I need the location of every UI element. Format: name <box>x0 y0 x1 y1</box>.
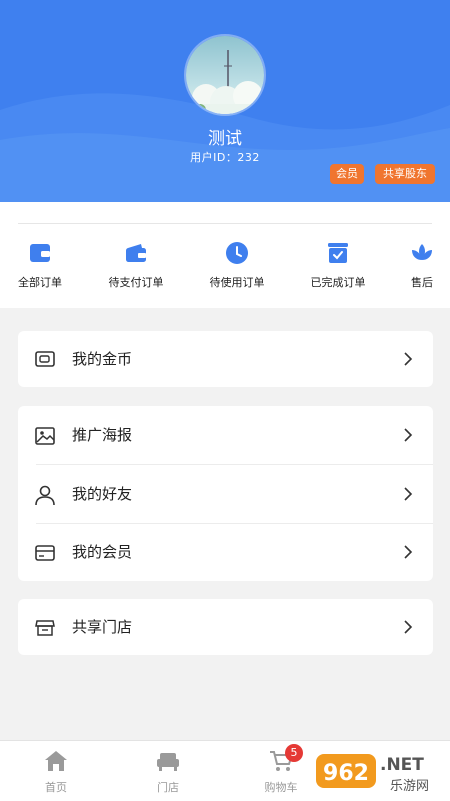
order-unpaid-button[interactable]: 待支付订单 <box>104 240 168 290</box>
order-aftersale-label: 售后 <box>411 276 433 289</box>
order-aftersale-button[interactable]: 售后 <box>404 240 440 290</box>
card-icon <box>35 545 55 561</box>
watermark-number: 962 <box>323 761 369 786</box>
coin-wallet-icon <box>35 351 55 367</box>
user-id: 用户ID：232 <box>190 151 260 164</box>
tab-store[interactable]: 门店 <box>138 749 198 795</box>
order-unused-label: 待使用订单 <box>209 276 265 289</box>
check-box-icon <box>328 243 348 263</box>
order-completed-button[interactable]: 已完成订单 <box>306 240 370 290</box>
lotus-icon <box>412 244 432 260</box>
menu-item-poster[interactable]: 推广海报 <box>18 406 433 464</box>
store-icon <box>35 620 55 636</box>
chevron-right-icon <box>404 620 413 634</box>
tab-cart-label: 购物车 <box>264 781 298 794</box>
order-all-label: 全部订单 <box>18 276 62 289</box>
profile-header: 测试 用户ID：232 会员 共享股东 <box>0 0 450 202</box>
tab-store-label: 门店 <box>157 781 179 794</box>
image-icon <box>35 427 55 445</box>
menu-item-coins[interactable]: 我的金币 <box>18 331 433 389</box>
watermark-logo: 962 .NET 乐游网 <box>316 754 429 794</box>
menu-item-membership[interactable]: 我的会员 <box>18 523 433 581</box>
watermark-site: 乐游网 <box>390 779 429 794</box>
menu-label-membership: 我的会员 <box>72 543 133 561</box>
menu-item-friends[interactable]: 我的好友 <box>18 465 433 523</box>
clock-icon <box>226 242 248 264</box>
menu-label-friends: 我的好友 <box>72 485 133 503</box>
username: 测试 <box>208 129 242 149</box>
tab-home[interactable]: 首页 <box>26 749 86 795</box>
coins-card: 我的金币 <box>18 331 433 387</box>
chevron-right-icon <box>404 487 413 501</box>
menu-label-store: 共享门店 <box>72 618 133 636</box>
order-completed-label: 已完成订单 <box>310 276 366 289</box>
order-shortcuts: 全部订单 待支付订单 待使用订单 已完成订单 售后 <box>0 202 450 308</box>
divider <box>18 223 432 224</box>
menu-label-coins: 我的金币 <box>72 350 133 368</box>
avatar[interactable] <box>184 34 266 116</box>
home-icon <box>45 751 67 771</box>
menu-item-store[interactable]: 共享门店 <box>18 599 433 657</box>
order-unused-button[interactable]: 待使用订单 <box>205 240 269 290</box>
order-unpaid-label: 待支付订单 <box>108 276 164 289</box>
wallet-icon <box>126 244 146 262</box>
tab-home-label: 首页 <box>45 781 67 794</box>
sofa-icon <box>157 753 179 771</box>
user-icon <box>35 485 55 506</box>
watermark-net: .NET <box>380 755 424 775</box>
chevron-right-icon <box>404 428 413 442</box>
member-badge[interactable]: 会员 <box>330 164 364 184</box>
chevron-right-icon <box>404 352 413 366</box>
order-all-button[interactable]: 全部订单 <box>12 240 68 290</box>
menu-label-poster: 推广海报 <box>72 426 133 444</box>
store-card: 共享门店 <box>18 599 433 655</box>
cart-count-badge: 5 <box>285 744 303 762</box>
wallet-card-icon <box>30 244 50 262</box>
chevron-right-icon <box>404 545 413 559</box>
promo-card: 推广海报 我的好友 我的会员 <box>18 406 433 581</box>
shareholder-badge[interactable]: 共享股东 <box>375 164 435 184</box>
